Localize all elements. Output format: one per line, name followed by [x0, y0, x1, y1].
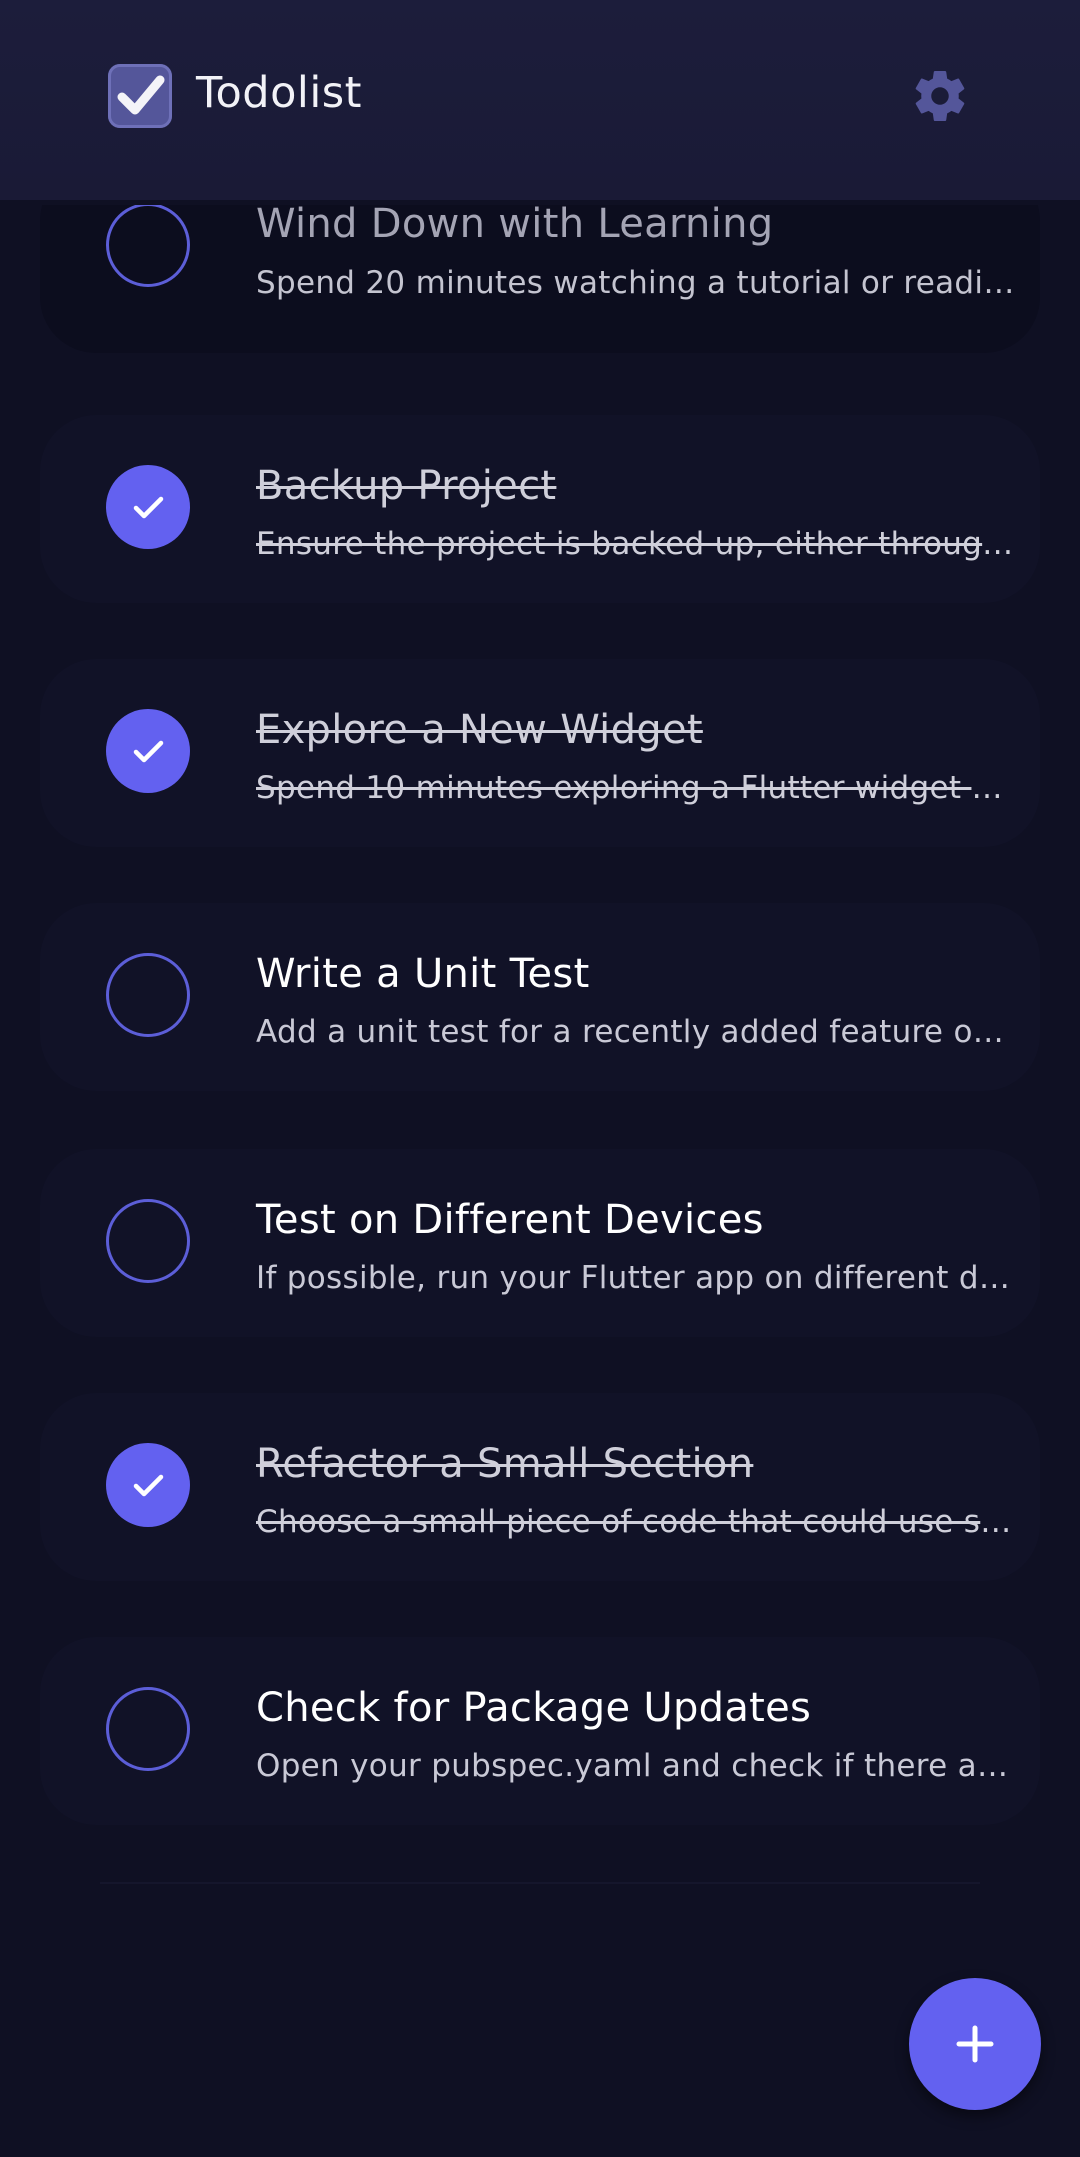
unchecked-circle-icon[interactable]	[106, 1687, 190, 1771]
task-card[interactable]: Refactor a Small Section Choose a small p…	[40, 1393, 1040, 1581]
task-list[interactable]: Wind Down with Learning Spend 20 minutes …	[0, 205, 1080, 1885]
checked-circle-icon[interactable]	[106, 465, 190, 549]
checked-circle-icon[interactable]	[106, 1443, 190, 1527]
list-divider	[100, 1882, 980, 1884]
task-description: Spend 10 minutes exploring a Flutter wid…	[256, 770, 1016, 806]
unchecked-circle-icon[interactable]	[106, 205, 190, 287]
plus-icon	[956, 2025, 994, 2063]
task-title: Check for Package Updates	[256, 1685, 812, 1731]
task-card[interactable]: Check for Package Updates Open your pubsp…	[40, 1637, 1040, 1825]
task-card[interactable]: Test on Different Devices If possible, ru…	[40, 1149, 1040, 1337]
task-description: Spend 20 minutes watching a tutorial or …	[256, 265, 1016, 301]
task-title: Explore a New Widget	[256, 707, 703, 753]
checkbox-icon	[108, 64, 172, 128]
task-title: Write a Unit Test	[256, 951, 590, 997]
task-title: Test on Different Devices	[256, 1197, 764, 1243]
app-title: Todolist	[196, 68, 363, 118]
checked-circle-icon[interactable]	[106, 709, 190, 793]
task-description: Open your pubspec.yaml and check if ther…	[256, 1748, 1016, 1784]
task-description: Choose a small piece of code that could …	[256, 1504, 1016, 1540]
add-task-button[interactable]	[909, 1978, 1041, 2110]
task-title: Backup Project	[256, 463, 557, 509]
task-card[interactable]: Explore a New Widget Spend 10 minutes exp…	[40, 659, 1040, 847]
task-description: Ensure the project is backed up, either …	[256, 526, 1016, 562]
unchecked-circle-icon[interactable]	[106, 1199, 190, 1283]
task-title: Refactor a Small Section	[256, 1441, 754, 1487]
task-card[interactable]: Wind Down with Learning Spend 20 minutes …	[40, 205, 1040, 353]
app-bar: Todolist	[0, 0, 1080, 200]
gear-icon[interactable]	[910, 66, 970, 126]
task-card[interactable]: Backup Project Ensure the project is back…	[40, 415, 1040, 603]
task-description: Add a unit test for a recently added fea…	[256, 1014, 1016, 1050]
task-title: Wind Down with Learning	[256, 205, 774, 247]
task-description: If possible, run your Flutter app on dif…	[256, 1260, 1016, 1296]
task-card[interactable]: Write a Unit Test Add a unit test for a r…	[40, 903, 1040, 1091]
unchecked-circle-icon[interactable]	[106, 953, 190, 1037]
